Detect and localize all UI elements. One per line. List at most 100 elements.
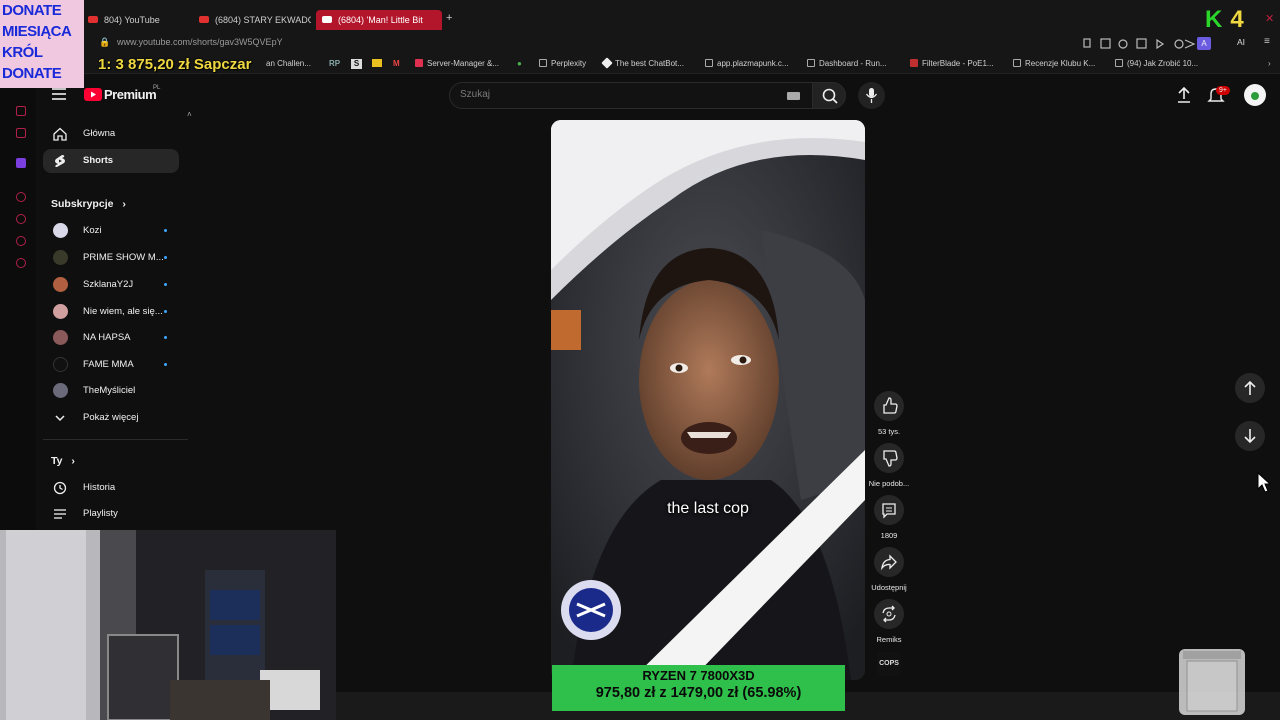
bookmark[interactable]: Dashboard - Run...: [807, 59, 887, 68]
extension-icon[interactable]: [16, 192, 26, 202]
region-code: PL: [153, 85, 161, 91]
server-icon: [415, 59, 423, 67]
page-icon: [1013, 59, 1021, 67]
new-content-dot: [164, 256, 167, 259]
bookmark[interactable]: Recenzje Klubu K...: [1013, 59, 1095, 68]
page-icon: [705, 59, 713, 67]
url-field[interactable]: www.youtube.com/shorts/gav3W5QVEpY: [117, 37, 283, 47]
notification-count-badge: 9+: [1216, 86, 1230, 95]
channel-avatar: [53, 304, 68, 319]
new-content-dot: [164, 363, 167, 366]
new-content-dot: [164, 283, 167, 286]
top-donor-panel: DONATE MIESIĄCA KRÓL DONATE: [0, 0, 84, 88]
history-icon[interactable]: [16, 214, 26, 224]
youtube-sidebar: [36, 118, 192, 530]
bookmark[interactable]: app.plazmapunk.c...: [705, 59, 789, 68]
voice-search-button[interactable]: [858, 82, 885, 109]
ai-extension-icon[interactable]: AI: [1237, 37, 1245, 47]
bookmark[interactable]: (94) Jak Zrobić 10...: [1115, 59, 1198, 68]
address-bar: 🔒 www.youtube.com/shorts/gav3W5QVEpY A A…: [0, 34, 1280, 54]
new-content-dot: [164, 336, 167, 339]
browser-tab[interactable]: 804) YouTube: [82, 10, 192, 30]
account-avatar[interactable]: [1244, 84, 1266, 106]
maps-bookmark-icon[interactable]: ●: [517, 59, 522, 68]
bookmark[interactable]: Server-Manager &...: [415, 59, 499, 68]
previous-short-button[interactable]: [1235, 373, 1265, 403]
bookmark[interactable]: an Challen...: [266, 59, 311, 68]
rp-bookmark-icon[interactable]: RP: [329, 59, 340, 68]
sidebar-item-subscription[interactable]: NA HAPSA: [43, 326, 179, 350]
folder-bookmark-icon[interactable]: [372, 59, 382, 67]
extension-a-icon[interactable]: A: [1197, 37, 1211, 50]
sidebar-item-shorts[interactable]: Shorts: [43, 149, 179, 173]
extension-icon[interactable]: [16, 106, 26, 116]
keyboard-icon[interactable]: [787, 92, 800, 100]
chatbot-icon: [601, 57, 613, 69]
youtube-icon: [199, 16, 209, 23]
search-input[interactable]: Szukaj: [449, 82, 813, 109]
home-icon: [53, 127, 67, 141]
close-window-icon[interactable]: ✕: [1265, 12, 1274, 25]
hamburger-menu-icon[interactable]: [52, 88, 66, 100]
search-icon: [822, 88, 838, 104]
next-short-button[interactable]: [1235, 421, 1265, 451]
bookmark[interactable]: FilterBlade - PoE1...: [910, 59, 994, 68]
more-bookmarks-icon[interactable]: ›: [1268, 59, 1271, 68]
scrollbar-up-arrow[interactable]: ˄: [187, 110, 192, 119]
mouse-cursor-icon: [1257, 472, 1272, 493]
chevron-down-icon: [55, 415, 65, 422]
sidebar-item-subscription[interactable]: PRIME SHOW M...: [43, 246, 179, 270]
sidebar-item-subscription[interactable]: SzklanaY2J: [43, 273, 179, 297]
sidebar-item-playlists[interactable]: Playlisty: [43, 502, 179, 526]
video-subtitle: the last cop: [667, 500, 749, 517]
channel-avatar: [53, 383, 68, 398]
youtube-logo-icon[interactable]: [84, 88, 102, 101]
microphone-icon: [865, 88, 878, 103]
channel-avatar: [53, 357, 68, 372]
sidebar-item-subscription[interactable]: Kozi: [43, 219, 179, 243]
thumbs-up-icon: [883, 397, 898, 414]
channel-avatar: [53, 277, 68, 292]
video-frame: [551, 120, 865, 680]
thumbs-down-icon: [883, 450, 898, 467]
channel-avatar: [53, 330, 68, 345]
sound-thumbnail[interactable]: COPS: [877, 652, 901, 676]
share-button[interactable]: Udostępnij: [871, 547, 907, 592]
sidebar-item-subscription[interactable]: FAME MMA: [43, 353, 179, 377]
comment-icon: [882, 503, 896, 519]
browser-tab[interactable]: (6804) STARY EKWADOR: [193, 10, 311, 30]
bookmark[interactable]: The best ChatBot...: [601, 57, 684, 69]
sidebar-item-history[interactable]: Historia: [43, 476, 179, 500]
gmail-bookmark-icon[interactable]: M: [393, 59, 400, 68]
browser-tab-active[interactable]: (6804) 'Man! Little Bit: [316, 10, 442, 30]
comments-button[interactable]: 1809: [873, 495, 905, 540]
like-button[interactable]: 53 tys.: [873, 391, 905, 436]
youtube-premium-logo[interactable]: Premium: [104, 87, 157, 102]
subscriptions-heading[interactable]: Subskrypcje ›: [51, 198, 126, 210]
sidebar-divider: [43, 439, 188, 440]
remix-label: Remiks: [876, 635, 902, 644]
perplexity-icon: [539, 59, 547, 67]
sidebar-item-subscription[interactable]: Nie wiem, ale się...: [43, 300, 179, 324]
dislike-button[interactable]: Nie podob...: [869, 443, 909, 488]
upload-icon[interactable]: [1175, 86, 1193, 104]
show-more-button[interactable]: Pokaż więcej: [43, 406, 179, 430]
twitch-icon[interactable]: [16, 158, 26, 168]
you-heading[interactable]: Ty ›: [51, 455, 75, 467]
new-tab-button[interactable]: +: [446, 12, 452, 24]
settings-icon[interactable]: [16, 258, 26, 268]
short-video-player[interactable]: the last cop: [551, 120, 865, 680]
glass-image: [1179, 649, 1245, 715]
extension-icon[interactable]: [16, 236, 26, 246]
sidebar-item-home[interactable]: Główna: [43, 122, 179, 146]
dislike-label: Nie podob...: [868, 479, 910, 488]
menu-icon[interactable]: ≡: [1264, 36, 1270, 47]
webcam-feed: [0, 530, 336, 720]
extension-icon[interactable]: [16, 128, 26, 138]
search-button[interactable]: [812, 82, 846, 109]
s-bookmark-icon[interactable]: S: [351, 59, 362, 69]
bookmark[interactable]: Perplexity: [539, 59, 586, 68]
sidebar-item-subscription[interactable]: TheMyśliciel: [43, 379, 179, 403]
shorts-icon: [55, 155, 65, 167]
remix-button[interactable]: Remiks: [873, 599, 905, 644]
